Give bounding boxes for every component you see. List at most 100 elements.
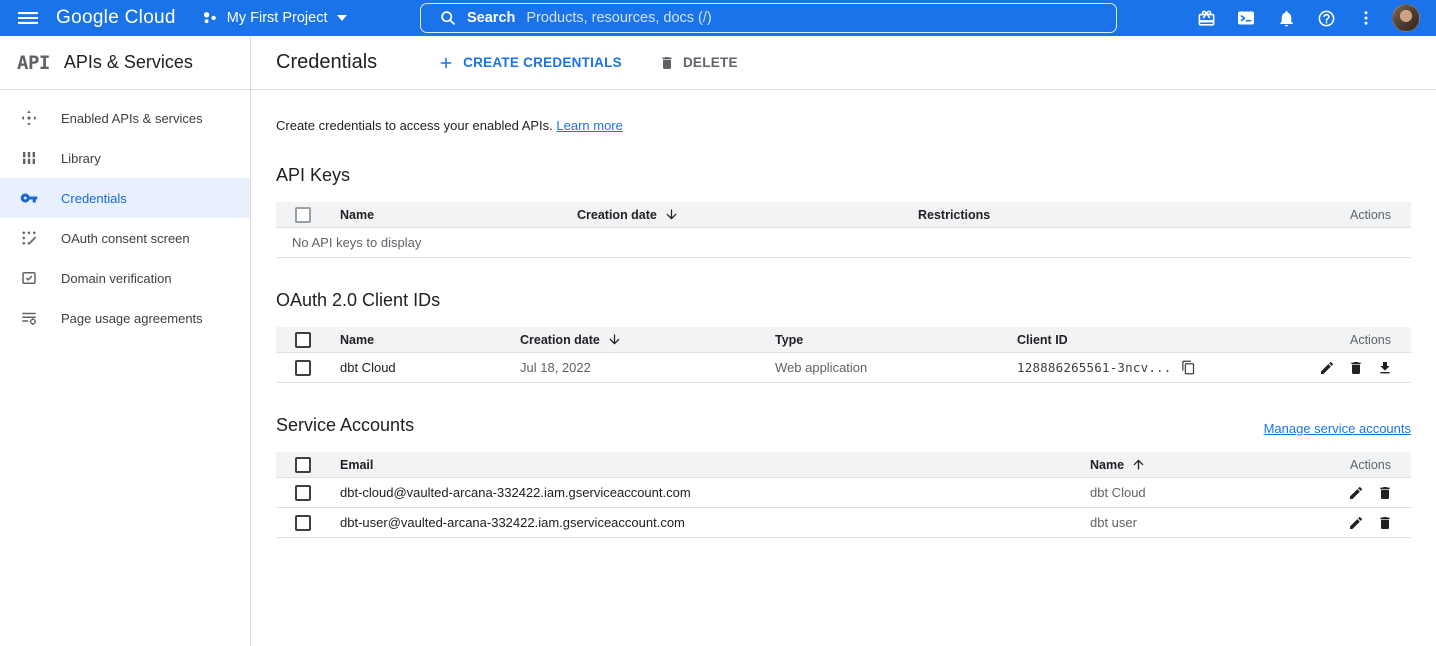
sidebar-item-label: Enabled APIs & services bbox=[61, 111, 203, 126]
client-type: Web application bbox=[775, 360, 1017, 375]
more-options-button[interactable] bbox=[1346, 0, 1386, 36]
delete-button[interactable]: DELETE bbox=[659, 55, 738, 71]
row-checkbox[interactable] bbox=[295, 485, 311, 501]
column-header-type: Type bbox=[775, 333, 1017, 347]
free-trial-gift-button[interactable] bbox=[1186, 0, 1226, 36]
api-product-logo: API bbox=[17, 52, 50, 74]
page-header: Credentials CREATE CREDENTIALS DELETE bbox=[251, 36, 1436, 90]
bell-icon bbox=[1277, 9, 1296, 28]
select-all-checkbox[interactable] bbox=[295, 332, 311, 348]
column-header-name[interactable]: Name bbox=[340, 333, 520, 347]
google-cloud-logo[interactable]: Google Cloud bbox=[56, 7, 176, 29]
sort-desc-icon bbox=[607, 332, 622, 347]
learn-more-link[interactable]: Learn more bbox=[556, 118, 622, 133]
client-id-cell: 128886265561-3ncv... bbox=[1017, 360, 1301, 375]
column-header-client-id: Client ID bbox=[1017, 333, 1301, 347]
edit-icon[interactable] bbox=[1319, 360, 1335, 376]
row-checkbox-cell bbox=[276, 515, 340, 531]
account-avatar[interactable] bbox=[1392, 4, 1420, 32]
sidebar-item-page-usage-agreements[interactable]: Page usage agreements bbox=[0, 298, 250, 338]
column-header-creation-date[interactable]: Creation date bbox=[577, 207, 918, 222]
delete-icon[interactable] bbox=[1377, 515, 1393, 531]
notifications-button[interactable] bbox=[1266, 0, 1306, 36]
domain-verification-icon bbox=[20, 269, 38, 287]
edit-icon[interactable] bbox=[1348, 485, 1364, 501]
gift-icon bbox=[1197, 9, 1216, 28]
plus-icon bbox=[437, 54, 455, 72]
client-id-value: 128886265561-3ncv... bbox=[1017, 360, 1172, 375]
oauth-table-header: Name Creation date Type Client ID Action… bbox=[276, 327, 1411, 353]
sidebar-item-oauth-consent[interactable]: OAuth consent screen bbox=[0, 218, 250, 258]
empty-message: No API keys to display bbox=[276, 235, 1411, 250]
page-title: Credentials bbox=[276, 51, 377, 74]
row-checkbox-cell bbox=[276, 485, 340, 501]
chevron-down-icon bbox=[337, 15, 347, 21]
table-row: dbt-cloud@vaulted-arcana-332422.iam.gser… bbox=[276, 478, 1411, 508]
sidebar-item-domain-verification[interactable]: Domain verification bbox=[0, 258, 250, 298]
sort-desc-icon bbox=[664, 207, 679, 222]
sort-asc-icon bbox=[1131, 457, 1146, 472]
header-checkbox-cell bbox=[276, 332, 340, 348]
topbar: Google Cloud My First Project Search Pro… bbox=[0, 0, 1436, 36]
sidebar-item-label: Credentials bbox=[61, 191, 127, 206]
column-header-actions: Actions bbox=[1319, 458, 1411, 472]
sidebar-item-credentials[interactable]: Credentials bbox=[0, 178, 250, 218]
search-input[interactable]: Search Products, resources, docs (/) bbox=[420, 3, 1117, 33]
sidebar-header: API APIs & Services bbox=[0, 36, 250, 90]
api-keys-heading: API Keys bbox=[276, 165, 1411, 186]
service-account-email: dbt-user@vaulted-arcana-332422.iam.gserv… bbox=[340, 515, 1090, 530]
main: Credentials CREATE CREDENTIALS DELETE Cr… bbox=[251, 36, 1436, 646]
row-actions bbox=[1319, 485, 1411, 501]
library-icon bbox=[20, 149, 38, 167]
delete-icon[interactable] bbox=[1377, 485, 1393, 501]
service-accounts-table-header: Email Name Actions bbox=[276, 452, 1411, 478]
project-selector[interactable]: My First Project bbox=[202, 10, 347, 26]
content: Create credentials to access your enable… bbox=[251, 118, 1436, 538]
menu-button[interactable] bbox=[0, 8, 56, 28]
more-vert-icon bbox=[1357, 9, 1375, 27]
service-account-name: dbt user bbox=[1090, 515, 1319, 530]
help-icon bbox=[1317, 9, 1336, 28]
help-button[interactable] bbox=[1306, 0, 1346, 36]
create-credentials-button[interactable]: CREATE CREDENTIALS bbox=[437, 54, 622, 72]
column-header-actions: Actions bbox=[1301, 333, 1411, 347]
sidebar-item-label: Page usage agreements bbox=[61, 311, 203, 326]
api-keys-empty-row: No API keys to display bbox=[276, 228, 1411, 258]
consent-screen-icon bbox=[20, 229, 38, 247]
api-keys-table-header: Name Creation date Restrictions Actions bbox=[276, 202, 1411, 228]
select-all-checkbox[interactable] bbox=[295, 207, 311, 223]
sidebar: API APIs & Services Enabled APIs & servi… bbox=[0, 36, 251, 646]
hamburger-icon bbox=[18, 8, 38, 28]
page-usage-agreements-icon bbox=[20, 309, 38, 327]
row-actions bbox=[1301, 360, 1411, 376]
download-icon[interactable] bbox=[1377, 360, 1393, 376]
topbar-actions bbox=[1186, 0, 1436, 36]
intro-text: Create credentials to access your enable… bbox=[276, 118, 1411, 133]
cloud-shell-icon bbox=[1236, 8, 1256, 28]
shell: API APIs & Services Enabled APIs & servi… bbox=[0, 36, 1436, 646]
cloud-shell-button[interactable] bbox=[1226, 0, 1266, 36]
select-all-checkbox[interactable] bbox=[295, 457, 311, 473]
column-header-name[interactable]: Name bbox=[1090, 457, 1319, 472]
service-accounts-heading-row: Service Accounts Manage service accounts bbox=[276, 415, 1411, 436]
manage-service-accounts-link[interactable]: Manage service accounts bbox=[1264, 421, 1411, 436]
client-creation-date: Jul 18, 2022 bbox=[520, 360, 775, 375]
service-account-email: dbt-cloud@vaulted-arcana-332422.iam.gser… bbox=[340, 485, 1090, 500]
oauth-clients-heading: OAuth 2.0 Client IDs bbox=[276, 290, 1411, 311]
delete-icon[interactable] bbox=[1348, 360, 1364, 376]
client-name: dbt Cloud bbox=[340, 360, 520, 375]
sidebar-item-label: Domain verification bbox=[61, 271, 172, 286]
row-checkbox[interactable] bbox=[295, 515, 311, 531]
copy-icon[interactable] bbox=[1181, 360, 1196, 375]
header-checkbox-cell bbox=[276, 457, 340, 473]
api-keys-table: Name Creation date Restrictions Actions … bbox=[276, 202, 1411, 258]
row-actions bbox=[1319, 515, 1411, 531]
sidebar-item-library[interactable]: Library bbox=[0, 138, 250, 178]
edit-icon[interactable] bbox=[1348, 515, 1364, 531]
project-name: My First Project bbox=[227, 10, 328, 26]
row-checkbox[interactable] bbox=[295, 360, 311, 376]
trash-icon bbox=[659, 55, 675, 71]
sidebar-item-enabled-apis[interactable]: Enabled APIs & services bbox=[0, 98, 250, 138]
column-header-name[interactable]: Name bbox=[340, 208, 577, 222]
column-header-creation-date[interactable]: Creation date bbox=[520, 332, 775, 347]
